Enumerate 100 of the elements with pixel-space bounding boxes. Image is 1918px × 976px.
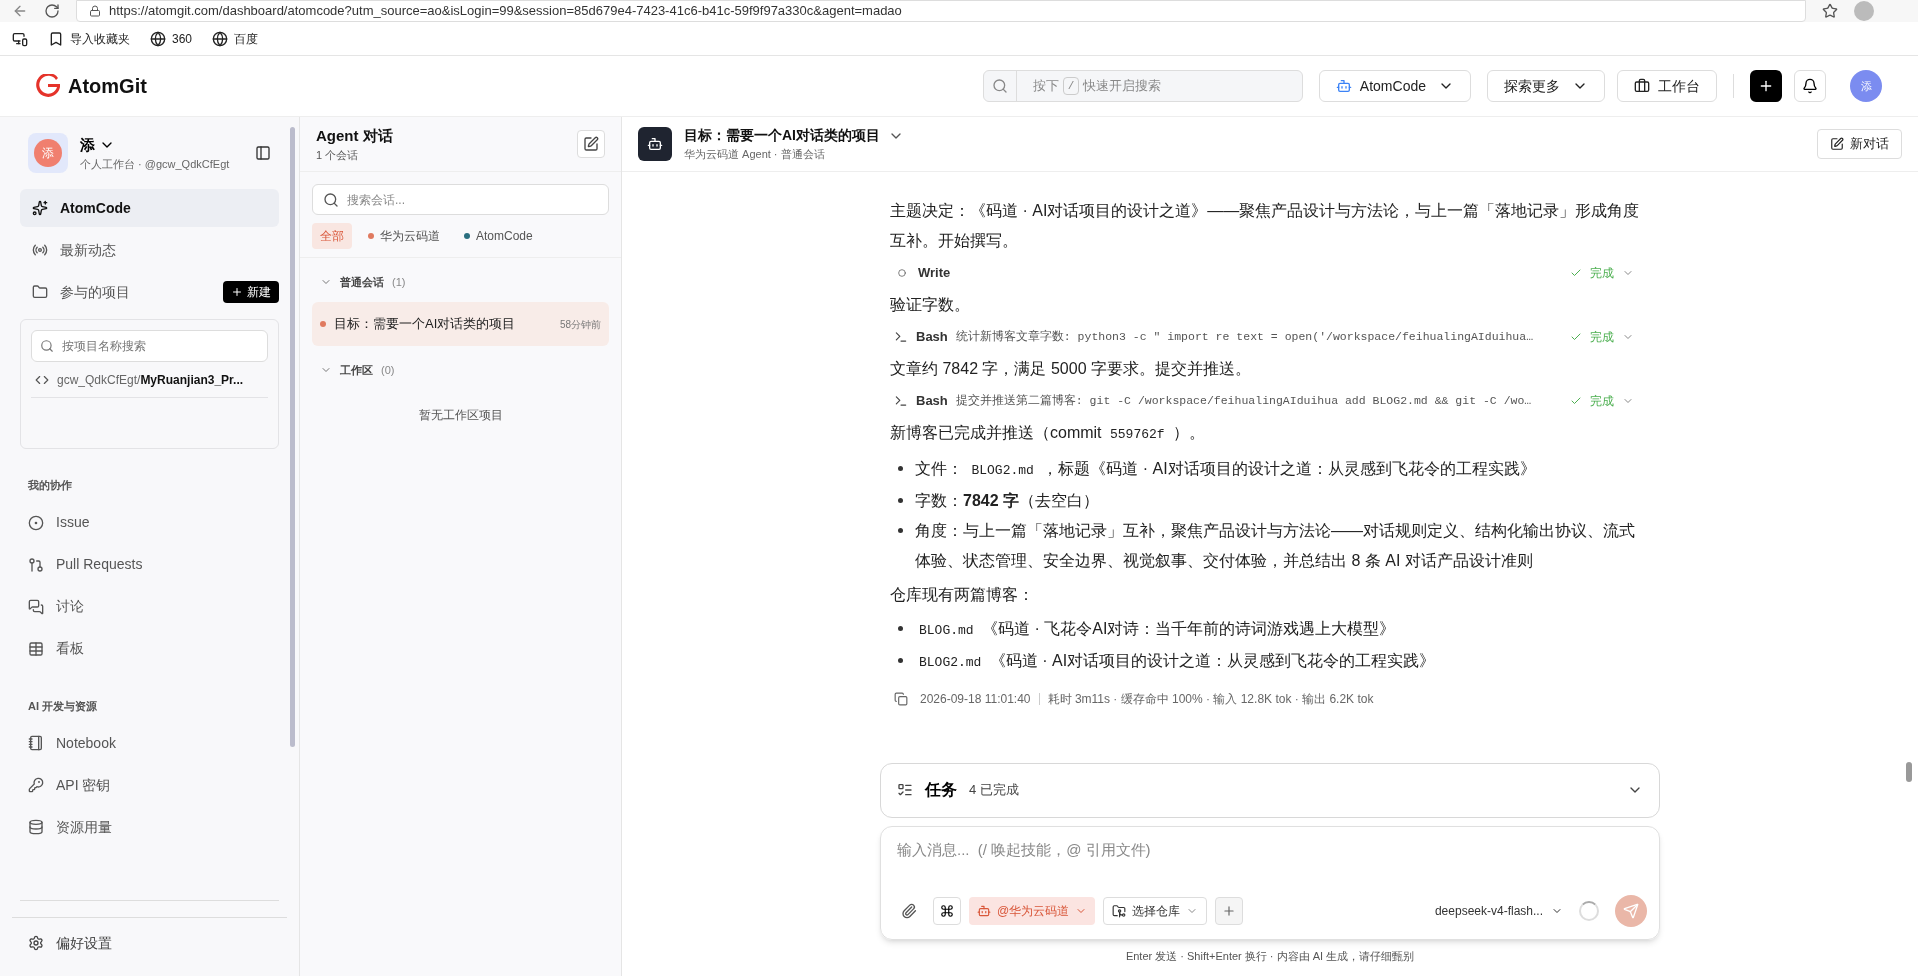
chat-subtitle: 华为云码道 Agent · 普通会话 [684,147,826,163]
timestamp: 2026-09-18 11:01:40 [920,691,1031,708]
section-title: 我的协作 [27,478,73,493]
bookmark-item[interactable]: 百度 [212,29,259,48]
filter-tab[interactable]: 华为云码道 [360,223,448,249]
group-header[interactable]: 工作区 (0) [312,358,609,382]
search-field[interactable]: 按下 / 快速开启搜索 [982,70,1303,102]
edit-icon [583,136,599,152]
nav-item[interactable]: Notebook [20,722,279,764]
bot-icon [1335,78,1352,94]
tool-call-row[interactable]: Write 完成 [890,260,1650,286]
tasks-title: 任务 [925,780,957,800]
copy-icon[interactable] [894,692,908,706]
conversation-item[interactable]: 目标：需要一个AI对话类的项目 58分钟前 [312,302,609,346]
status-label: 完成 [1590,393,1614,410]
repo-select[interactable]: 选择仓库 [1103,896,1208,925]
list-item-text: 文件： BLOG2.md ，标题《码道 · AI对话项目的设计之道：从灵感到飞花令的工程实践》 [915,459,1536,480]
logo-text: AtomGit [68,74,147,99]
back-icon[interactable] [12,3,28,19]
nav-item[interactable]: 看板 [20,627,279,670]
nav-item[interactable]: Issue [20,501,279,544]
nav-item[interactable]: AtomCode [20,189,279,227]
command-button[interactable] [933,896,961,925]
check-icon [1570,267,1582,279]
preferences-item[interactable]: 偏好设置 [0,918,299,968]
logo-icon [36,74,60,98]
nav-icon [28,556,44,573]
tool-name: Bash [916,328,948,347]
url-text: https://atomgit.com/dashboard/atomcode?utm_source=ao&isLogin=99&session=85d679e4-7423-41c6-b41c-59f9f97a330c&agent=madao [109,2,902,21]
nav-icon [28,777,44,793]
message-text: 文章约 7842 字，满足 5000 字要求。提交并推送。 [890,359,1252,379]
filter-tab[interactable]: AtomCode [456,223,541,249]
nav-icon [28,819,44,835]
address-bar[interactable]: https://atomgit.com/dashboard/atomcode?utm_source=ao&isLogin=99&session=85d679e4-7423-41c6-b41c-59f9f97a330c&agent=madao [76,0,1806,22]
group-header[interactable]: 普通会话 (1) [312,270,609,294]
tool-command: 提交并推送第二篇博客: git -C /workspace/feihualingAIduihua add BLOG2.md && git -C /wo… [955,393,1532,410]
new-chat-button[interactable]: 新对话 [1817,129,1902,159]
notification-button[interactable] [1794,70,1826,102]
nav-icon [28,598,44,615]
loading-spinner [1579,900,1599,921]
settings-icon [28,935,44,951]
attach-icon[interactable] [901,902,917,919]
scrollbar[interactable] [1906,762,1912,782]
new-conversation-button[interactable] [577,130,605,158]
project-search-field[interactable]: 按项目名称搜索 [31,330,268,362]
model-select[interactable]: deepseek-v4-flash... [1434,901,1563,920]
conversation-search-field[interactable]: 搜索会话... [312,184,609,215]
reload-icon[interactable] [44,3,60,19]
nav-item[interactable]: Pull Requests [20,543,279,586]
new-project-button[interactable]: 新建 [223,281,279,303]
nav-icon [28,735,44,751]
globe-icon [212,30,229,47]
message-text: 仓库现有两篇博客： [890,585,1035,605]
menu-button[interactable]: 探索更多 [1487,70,1605,102]
lock-icon [89,5,101,17]
create-button[interactable] [1750,70,1782,102]
bot-icon [977,903,991,918]
globe-icon [150,30,166,47]
collapse-sidebar-icon[interactable] [255,145,271,161]
tool-call-row[interactable]: Bash 统计新博客文章字数: python3 -c " import re text = open('/workspace/feihualingAIduihua… 完成 [890,324,1650,350]
star-icon[interactable] [1822,3,1838,19]
bullet-icon [898,658,903,663]
nav-icon [32,200,48,216]
message-input[interactable]: 输入消息... (/ 唤起技能，@ 引用文件) [893,838,1647,861]
nav-icon [32,242,48,258]
nav-item[interactable]: 参与的项目 [20,273,215,311]
tool-call-row[interactable]: Bash 提交并推送第二篇博客: git -C /workspace/feihualingAIduihua add BLOG2.md && git -C /wo… 完成 [890,388,1650,414]
conversation-time: 58分钟前 [559,317,601,332]
key-hint: / [1062,76,1080,96]
conversation-title: 目标：需要一个AI对话类的项目 [334,315,517,334]
project-item[interactable]: gcw_QdkCfEgt/MyRuanjian3_Pr... [31,362,268,398]
nav-item[interactable]: 资源用量 [20,806,279,848]
search-icon [991,78,1008,94]
workbench-button[interactable]: 工作台 [1617,70,1717,102]
panel-title: Agent 对话 [316,125,394,146]
plus-icon [1758,78,1774,94]
nav-icon [28,514,44,531]
status-label: 完成 [1590,265,1614,282]
nav-item[interactable]: 讨论 [20,585,279,628]
bullet-icon [898,498,903,503]
check-icon [1570,395,1582,407]
bookmark-item[interactable]: 导入收藏夹 [48,29,130,48]
nav-item[interactable]: API 密钥 [20,764,279,806]
nav-item[interactable]: 最新动态 [20,231,279,269]
nav-icon [28,640,44,657]
bookmark-item[interactable]: 360 [150,29,193,48]
section-title: AI 开发与资源 [27,698,99,714]
bullet-icon [898,466,903,471]
scrollbar[interactable] [290,127,295,747]
briefcase-icon [1634,78,1650,94]
status-label: 完成 [1590,329,1614,346]
search-icon [323,191,339,208]
list-item-text: 角度：与上一篇「落地记录」互补，聚焦产品设计与方法论——对话规则定义、结构化输出协议、流式体验、状态管理、安全边界、视觉叙事、交付体验，并总结出 8 条 AI 对话产品设计准则 [915,521,1636,571]
message-text: 验证字数。 [890,295,971,315]
conversation-count: 1 个会话 [316,148,360,163]
list-item-text: BLOG2.md 《码道 · AI对话项目的设计之道：从灵感到飞花令的工程实践》 [918,651,1436,672]
device-icon[interactable] [12,30,28,47]
tasks-panel[interactable]: 任务 4 已完成 [880,762,1660,818]
menu-button[interactable]: AtomCode [1318,70,1471,102]
search-hint: 按下 [1032,77,1059,96]
